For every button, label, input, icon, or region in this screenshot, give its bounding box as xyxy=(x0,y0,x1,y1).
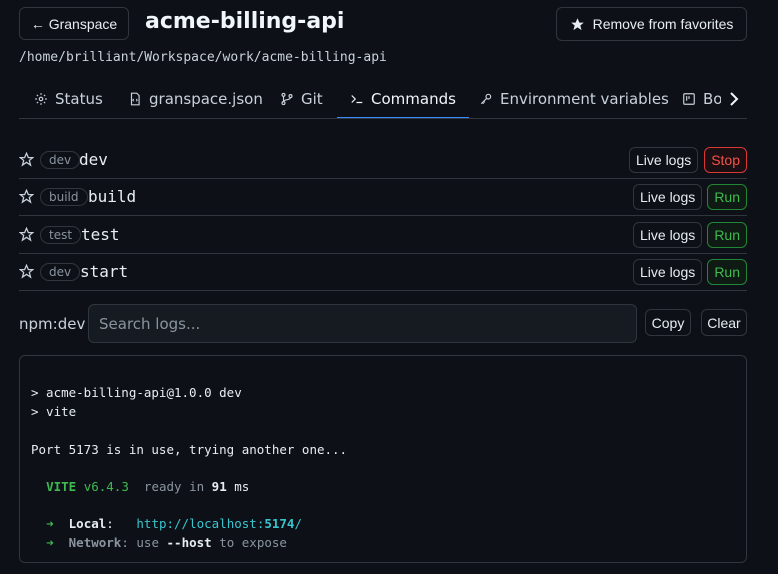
remove-favorite-label: Remove from favorites xyxy=(592,16,734,32)
ready-text: ready in xyxy=(143,479,205,494)
live-logs-button[interactable]: Live logs xyxy=(633,259,703,285)
network-flag: --host xyxy=(166,535,212,550)
command-row-start: dev start Live logs Run xyxy=(19,253,747,291)
tab-label: Git xyxy=(301,90,323,108)
log-line: > acme-billing-api@1.0.0 dev xyxy=(31,385,242,400)
arrow-icon: ➜ xyxy=(46,516,54,531)
tab-commands[interactable]: Commands xyxy=(337,80,469,118)
local-url[interactable]: http://localhost:5174/ xyxy=(136,516,302,531)
vite-name: VITE xyxy=(46,479,77,494)
log-line-network: ➜ Network: use --host to expose xyxy=(46,535,287,550)
ms-unit: ms xyxy=(234,479,250,494)
run-button[interactable]: Run xyxy=(707,259,747,285)
tab-bar: Status granspace.json Git Commands Envir… xyxy=(19,80,747,119)
command-tag: build xyxy=(40,188,88,206)
live-logs-button[interactable]: Live logs xyxy=(633,184,703,210)
star-outline-icon[interactable] xyxy=(19,152,34,167)
tab-label: Commands xyxy=(371,90,456,108)
board-icon xyxy=(683,93,695,105)
clear-button[interactable]: Clear xyxy=(701,309,747,336)
star-outline-icon[interactable] xyxy=(19,264,34,279)
log-line-vite-ready: VITE v6.4.3 ready in 91 ms xyxy=(31,479,249,494)
back-button[interactable]: ← Granspace xyxy=(19,7,129,40)
file-code-icon xyxy=(130,92,140,106)
tab-environment-variables[interactable]: Environment variables xyxy=(479,80,669,118)
local-port: 5174 xyxy=(264,516,295,531)
tab-granspace-json[interactable]: granspace.json xyxy=(128,80,263,118)
network-use: use xyxy=(136,535,159,550)
gear-icon xyxy=(35,93,47,105)
run-button[interactable]: Run xyxy=(707,222,747,248)
command-tag: test xyxy=(40,226,82,244)
star-outline-icon[interactable] xyxy=(19,189,34,204)
arrow-icon: ➜ xyxy=(46,535,54,550)
log-line: Port 5173 is in use, trying another one.… xyxy=(31,442,348,457)
tabs-scroll-right[interactable] xyxy=(721,80,747,118)
log-source-label: npm:dev xyxy=(19,315,86,333)
command-name: start xyxy=(80,262,129,281)
chevron-right-icon xyxy=(730,92,739,106)
star-outline-icon[interactable] xyxy=(19,227,34,242)
project-path: /home/brilliant/Workspace/work/acme-bill… xyxy=(19,50,387,65)
terminal-icon xyxy=(351,95,363,104)
local-url-prefix: http://localhost: xyxy=(136,516,265,531)
run-button[interactable]: Run xyxy=(707,184,747,210)
command-name: build xyxy=(88,187,137,206)
command-row-dev: dev dev Live logs Stop xyxy=(19,141,747,179)
command-name: dev xyxy=(79,150,108,169)
command-row-build: build build Live logs Run xyxy=(19,178,747,216)
log-search-input[interactable] xyxy=(88,304,637,343)
local-label: Local xyxy=(68,516,107,531)
tab-label: Environment variables xyxy=(500,90,669,108)
live-logs-button[interactable]: Live logs xyxy=(633,222,703,248)
vite-version: v6.4.3 xyxy=(83,479,129,494)
copy-button[interactable]: Copy xyxy=(645,309,691,336)
log-output: > acme-billing-api@1.0.0 dev > vite Port… xyxy=(19,355,747,563)
command-tag: dev xyxy=(40,151,81,169)
tab-label: granspace.json xyxy=(149,90,263,108)
tab-git[interactable]: Git xyxy=(280,80,323,118)
command-tag: dev xyxy=(40,263,81,281)
network-label: Network xyxy=(68,535,122,550)
local-url-suffix: / xyxy=(294,516,302,531)
key-icon xyxy=(480,93,492,105)
tab-board[interactable]: Bo xyxy=(682,80,722,118)
page-title: acme-billing-api xyxy=(145,9,345,34)
network-tail: to expose xyxy=(219,535,287,550)
live-logs-button[interactable]: Live logs xyxy=(629,147,699,173)
git-branch-icon xyxy=(281,92,293,106)
star-filled-icon xyxy=(570,17,584,30)
tab-label: Status xyxy=(55,90,103,108)
stop-button[interactable]: Stop xyxy=(704,147,747,173)
log-line-local: ➜ Local: http://localhost:5174/ xyxy=(46,516,302,531)
tab-status[interactable]: Status xyxy=(34,80,103,118)
remove-favorite-button[interactable]: Remove from favorites xyxy=(556,7,747,41)
log-line: > vite xyxy=(31,404,77,419)
command-name: test xyxy=(81,225,120,244)
command-row-test: test test Live logs Run xyxy=(19,216,747,254)
tab-label: Bo xyxy=(703,90,723,108)
ready-ms: 91 xyxy=(211,479,227,494)
